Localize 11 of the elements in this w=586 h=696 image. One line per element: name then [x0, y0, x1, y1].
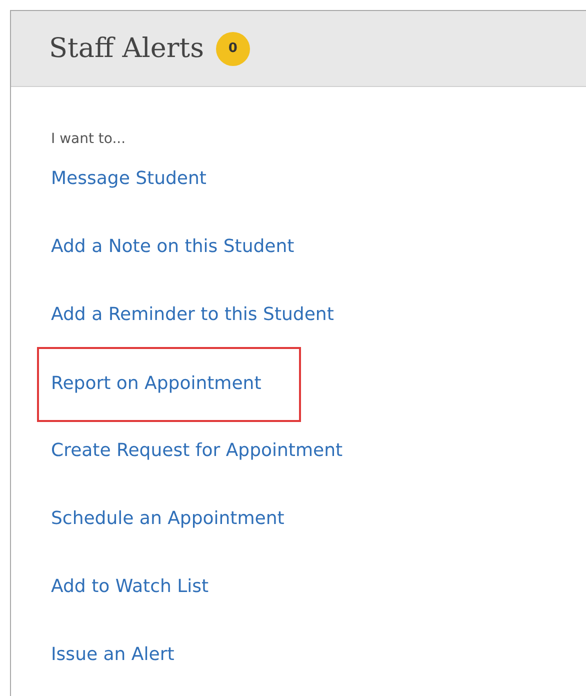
action-link[interactable]: Add a Reminder to this Student [51, 303, 334, 326]
action-link[interactable]: Schedule an Appointment [51, 507, 284, 530]
action-link[interactable]: Create Request for Appointment [51, 439, 343, 462]
action-link[interactable]: Add to Watch List [51, 575, 209, 598]
alert-count-badge: 0 [216, 32, 250, 66]
action-link[interactable]: Report on Appointment [37, 347, 302, 422]
action-link[interactable]: Add a Note on this Student [51, 235, 294, 258]
action-link[interactable]: Issue an Alert [51, 643, 174, 666]
intro-text: I want to... [51, 131, 126, 147]
panel-title: Staff Alerts [49, 33, 204, 64]
action-link[interactable]: Message Student [51, 167, 206, 190]
